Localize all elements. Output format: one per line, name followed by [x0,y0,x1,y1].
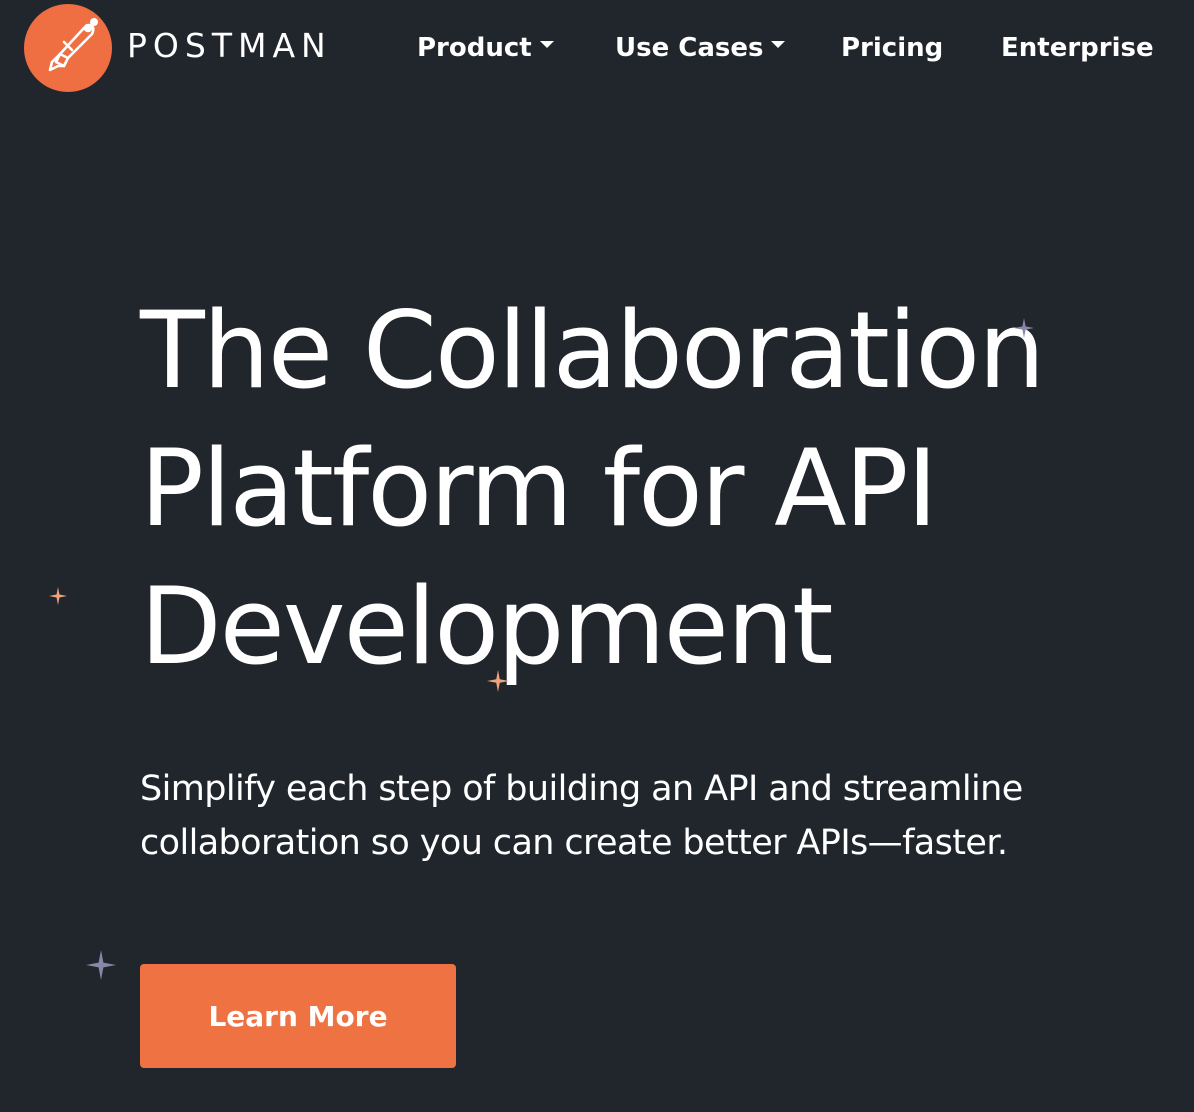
hero-subtitle: Simplify each step of building an API an… [140,762,1160,870]
hero-subtitle-line: Simplify each step of building an API an… [140,769,1023,809]
caret-down-icon [539,41,554,48]
postman-astronaut-icon [48,18,98,72]
nav-use-cases-label: Use Cases [615,33,764,63]
postman-logo[interactable] [24,4,112,92]
sparkle-icon [86,950,116,980]
nav-pricing[interactable]: Pricing [841,28,943,68]
brand-wordmark[interactable]: POSTMAN [127,26,332,66]
sparkle-icon [1014,318,1034,338]
nav-use-cases[interactable]: Use Cases [615,28,786,68]
nav-pricing-label: Pricing [841,33,944,63]
nav-product-label: Product [417,33,532,63]
learn-more-button[interactable]: Learn More [140,964,456,1068]
hero-subtitle-line: collaboration so you can create better A… [140,823,1008,863]
hero-title-line: Platform for API [140,427,938,550]
hero-title: The Collaboration Platform for API Devel… [140,282,1045,696]
caret-down-icon [771,41,786,48]
nav-product[interactable]: Product [417,28,554,68]
sparkle-icon [487,670,509,692]
hero-title-line: Development [140,565,834,688]
nav-enterprise[interactable]: Enterprise [1001,28,1154,68]
top-navigation: POSTMAN Product Use Cases Pricing Enterp… [0,0,1194,100]
hero-title-line: The Collaboration [140,289,1045,412]
sparkle-icon [49,587,67,605]
nav-enterprise-label: Enterprise [1001,33,1154,63]
